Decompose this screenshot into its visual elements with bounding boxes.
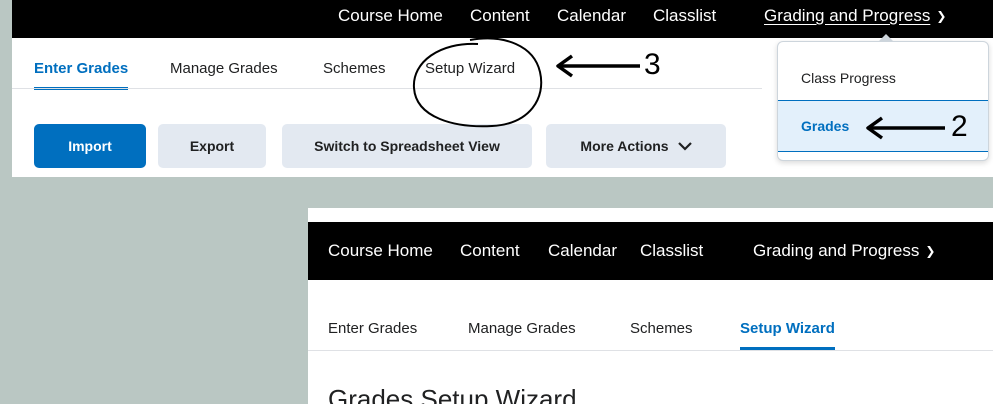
- annotation-step-3: 3: [644, 48, 661, 81]
- annotation-circle: [412, 37, 543, 128]
- annotation-overlay: [412, 37, 945, 140]
- annotation-step-2: 2: [951, 110, 968, 143]
